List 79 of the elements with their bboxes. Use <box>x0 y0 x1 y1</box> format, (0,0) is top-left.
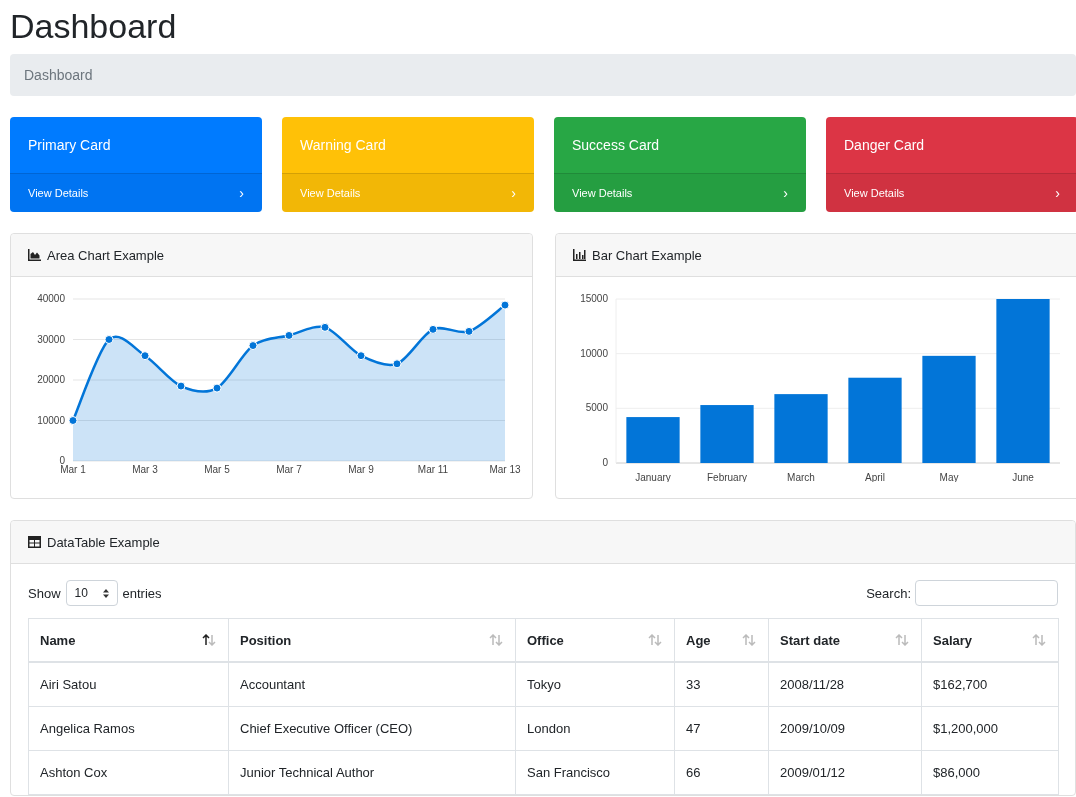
table-cell: $1,200,000 <box>921 706 1059 751</box>
data-point <box>104 335 114 344</box>
table-cell: San Francisco <box>515 750 675 795</box>
entries-select[interactable]: 10 <box>65 580 118 606</box>
axis-label: Mar 9 <box>348 464 374 475</box>
page-title: Dashboard <box>10 6 178 46</box>
data-point <box>284 330 294 340</box>
show-label: Show <box>28 585 61 601</box>
axis-label: 0 <box>602 457 608 468</box>
card-title: Primary Card <box>27 136 112 155</box>
table-cell: $86,000 <box>921 750 1059 795</box>
breadcrumb-item[interactable]: Dashboard <box>24 67 93 83</box>
axis-label: 20000 <box>37 374 65 385</box>
table-cell: Chief Executive Officer (CEO) <box>228 706 516 751</box>
table-cell: Junior Technical Author <box>228 750 516 795</box>
data-point <box>320 322 330 332</box>
card-title: Danger Card <box>843 136 926 155</box>
bar <box>700 405 754 463</box>
bar-chart-icon <box>573 249 586 261</box>
data-point <box>176 381 186 391</box>
axis-label: 30000 <box>37 333 65 345</box>
table-cell: 66 <box>674 750 769 795</box>
axis-label: 10000 <box>580 347 608 359</box>
card-title: Warning Card <box>299 136 387 155</box>
table-cell: 33 <box>674 662 769 707</box>
updown-caret-icon <box>102 588 109 598</box>
axis-label: Mar 7 <box>276 464 302 475</box>
axis-label: 40000 <box>37 293 65 304</box>
card-title: Success Card <box>571 136 661 155</box>
bar <box>774 394 828 463</box>
data-point <box>428 324 438 334</box>
axis-label: 5000 <box>585 402 608 414</box>
table-cell: Angelica Ramos <box>28 706 229 751</box>
data-point <box>464 326 474 336</box>
data-point <box>356 351 366 361</box>
table-cell: $162,700 <box>921 662 1059 707</box>
axis-label: 0 <box>59 455 65 466</box>
axis-label: 10000 <box>37 414 65 426</box>
table-cell: 2008/11/28 <box>768 662 922 707</box>
column-header[interactable]: Position <box>228 618 516 662</box>
table-cell: Airi Satou <box>28 662 229 707</box>
axis-label: Mar 5 <box>204 464 230 475</box>
table-cell: 2009/01/12 <box>768 750 922 795</box>
data-point <box>500 300 510 310</box>
card-title: DataTable Example <box>47 534 160 550</box>
table-cell: Accountant <box>228 662 516 707</box>
column-header[interactable]: Name <box>28 618 229 662</box>
column-header[interactable]: Office <box>515 618 675 662</box>
column-header[interactable]: Salary <box>921 618 1059 662</box>
axis-label: Mar 11 <box>417 464 449 475</box>
data-point <box>248 341 258 351</box>
table-cell: 2009/10/09 <box>768 706 922 751</box>
table-cell: London <box>515 706 675 751</box>
data-point <box>212 383 222 393</box>
view-details-link[interactable]: View Details › <box>10 173 262 212</box>
table-cell: 47 <box>674 706 769 751</box>
axis-label: June <box>1012 472 1034 482</box>
table-cell: Ashton Cox <box>28 750 229 795</box>
view-details-link[interactable]: View Details › <box>826 173 1076 212</box>
search-label: Search: <box>866 585 911 601</box>
data-point <box>392 359 402 369</box>
card-title: Area Chart Example <box>47 247 165 263</box>
axis-label: 15000 <box>580 293 608 304</box>
bar <box>626 417 680 463</box>
entries-label: entries <box>122 585 162 601</box>
column-header[interactable]: Start date <box>768 618 922 662</box>
axis-label: Mar 1 <box>60 464 86 475</box>
axis-label: Mar 3 <box>132 464 158 475</box>
sort-icon[interactable] <box>201 634 217 646</box>
data-point <box>68 416 78 425</box>
table-cell: Tokyo <box>515 662 675 707</box>
card-title: Bar Chart Example <box>592 247 702 263</box>
search-field[interactable] <box>915 580 1058 606</box>
area-chart-icon <box>28 249 41 261</box>
table-icon <box>28 536 41 548</box>
axis-label: March <box>787 472 815 482</box>
axis-label: Mar 13 <box>489 464 521 475</box>
column-header[interactable]: Age <box>674 618 769 662</box>
data-point <box>140 351 150 361</box>
